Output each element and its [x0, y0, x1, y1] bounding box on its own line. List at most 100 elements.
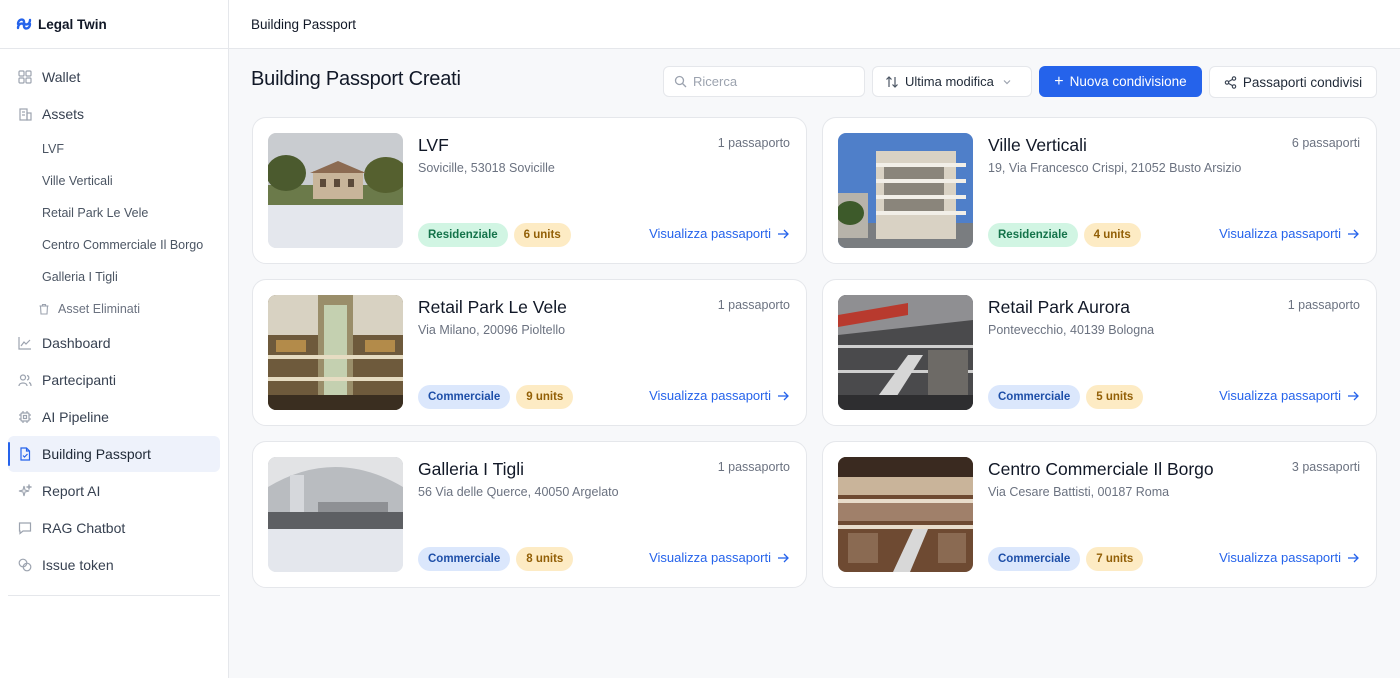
- page-title: Building Passport Creati: [251, 68, 461, 90]
- sidebar-item-building-passport[interactable]: Building Passport: [8, 436, 220, 472]
- sidebar-nav: Wallet Assets LVF Ville Verticali Retail…: [0, 49, 228, 596]
- asset-tags: Residenziale 4 units: [988, 223, 1141, 247]
- asset-card[interactable]: LVF 1 passaporto Sovicille, 53018 Sovici…: [252, 117, 807, 264]
- brand[interactable]: Legal Twin: [0, 0, 228, 49]
- passport-count: 3 passaporti: [1291, 460, 1360, 474]
- asset-address: Via Cesare Battisti, 00187 Roma: [988, 485, 1170, 499]
- search-box[interactable]: [663, 66, 865, 97]
- sidebar-asset-ville-verticali[interactable]: Ville Verticali: [8, 165, 220, 197]
- asset-title: Retail Park Aurora: [988, 297, 1131, 317]
- view-passports-label: Visualizza passaporti: [1219, 226, 1341, 241]
- sidebar-item-wallet[interactable]: Wallet: [8, 59, 220, 95]
- asset-title: LVF: [418, 135, 449, 155]
- sort-dropdown[interactable]: Ultima modifica: [872, 66, 1032, 97]
- users-icon: [18, 373, 32, 387]
- share-icon: [1224, 75, 1237, 89]
- arrow-right-icon: [1348, 391, 1359, 400]
- asset-address: Via Milano, 20096 Pioltello: [418, 323, 566, 337]
- asset-address: 19, Via Francesco Crispi, 21052 Busto Ar…: [988, 161, 1242, 175]
- sidebar-asset-centro-commerciale-il-borgo[interactable]: Centro Commerciale Il Borgo: [8, 229, 220, 261]
- asset-tags: Commerciale 9 units: [418, 385, 574, 409]
- view-passports-label: Visualizza passaporti: [1219, 550, 1341, 565]
- asset-tags: Commerciale 7 units: [988, 547, 1144, 571]
- arrow-right-icon: [1348, 553, 1359, 562]
- sidebar-asset-galleria-i-tigli[interactable]: Galleria I Tigli: [8, 261, 220, 293]
- sidebar-item-issue-token[interactable]: Issue token: [8, 547, 220, 583]
- sidebar-asset-deleted[interactable]: Asset Eliminati: [8, 293, 220, 325]
- coins-icon: [18, 558, 32, 572]
- view-passports-link[interactable]: Visualizza passaporti: [649, 550, 789, 565]
- topbar: Building Passport: [229, 0, 1400, 49]
- asset-card[interactable]: Galleria I Tigli 1 passaporto 56 Via del…: [252, 441, 807, 588]
- asset-card[interactable]: Centro Commerciale Il Borgo 3 passaporti…: [822, 441, 1377, 588]
- sidebar-item-partecipanti[interactable]: Partecipanti: [8, 362, 220, 398]
- asset-thumbnail: [838, 295, 973, 410]
- type-badge: Commerciale: [988, 385, 1081, 409]
- arrow-right-icon: [1348, 229, 1359, 238]
- sidebar-asset-retail-park-le-vele[interactable]: Retail Park Le Vele: [8, 197, 220, 229]
- arrow-right-icon: [778, 229, 789, 238]
- sidebar-item-assets[interactable]: Assets: [8, 96, 220, 132]
- view-passports-label: Visualizza passaporti: [649, 388, 771, 403]
- sidebar-item-report-ai[interactable]: Report AI: [8, 473, 220, 509]
- asset-thumbnail: [838, 133, 973, 248]
- asset-tags: Commerciale 8 units: [418, 547, 574, 571]
- sidebar-divider: [8, 595, 220, 596]
- units-badge: 7 units: [1086, 547, 1144, 571]
- sidebar-item-label: Issue token: [42, 557, 114, 573]
- asset-card[interactable]: Retail Park Le Vele 1 passaporto Via Mil…: [252, 279, 807, 426]
- sidebar-item-label: Partecipanti: [42, 372, 116, 388]
- asset-thumbnail: [838, 457, 973, 572]
- sparkles-icon: [18, 484, 32, 498]
- chart-line-icon: [18, 336, 32, 350]
- asset-tags: Commerciale 5 units: [988, 385, 1144, 409]
- sort-arrows-icon: [886, 75, 898, 88]
- passport-count: 1 passaporto: [717, 298, 790, 312]
- topbar-title: Building Passport: [251, 16, 357, 32]
- type-badge: Residenziale: [988, 223, 1078, 247]
- asset-address: Sovicille, 53018 Sovicille: [418, 161, 555, 175]
- asset-card[interactable]: Ville Verticali 6 passaporti 19, Via Fra…: [822, 117, 1377, 264]
- sidebar-item-rag-chatbot[interactable]: RAG Chatbot: [8, 510, 220, 546]
- view-passports-link[interactable]: Visualizza passaporti: [1219, 388, 1359, 403]
- units-badge: 6 units: [513, 223, 571, 247]
- sort-label: Ultima modifica: [905, 74, 994, 89]
- view-passports-link[interactable]: Visualizza passaporti: [1219, 226, 1359, 241]
- asset-thumbnail: [268, 295, 403, 410]
- search-icon: [674, 75, 687, 88]
- shared-passports-label: Passaporti condivisi: [1242, 74, 1363, 90]
- shared-passports-button[interactable]: Passaporti condivisi: [1209, 66, 1377, 98]
- sidebar-item-ai-pipeline[interactable]: AI Pipeline: [8, 399, 220, 435]
- logo-icon: [16, 18, 32, 30]
- cpu-icon: [18, 410, 32, 424]
- building-icon: [18, 107, 32, 121]
- wallet-grid-icon: [18, 70, 32, 84]
- asset-thumbnail: [268, 133, 403, 248]
- units-badge: 8 units: [516, 547, 574, 571]
- search-input[interactable]: [693, 74, 853, 89]
- passport-count: 1 passaporto: [717, 136, 790, 150]
- sidebar-item-dashboard[interactable]: Dashboard: [8, 325, 220, 361]
- passport-count: 6 passaporti: [1291, 136, 1360, 150]
- trash-icon: [38, 303, 50, 315]
- view-passports-link[interactable]: Visualizza passaporti: [1219, 550, 1359, 565]
- type-badge: Commerciale: [988, 547, 1081, 571]
- view-passports-link[interactable]: Visualizza passaporti: [649, 388, 789, 403]
- type-badge: Commerciale: [418, 385, 511, 409]
- sidebar-item-label: AI Pipeline: [42, 409, 109, 425]
- sidebar-item-label: Dashboard: [42, 335, 111, 351]
- type-badge: Commerciale: [418, 547, 511, 571]
- sidebar-asset-lvf[interactable]: LVF: [8, 133, 220, 165]
- brand-name: Legal Twin: [38, 16, 107, 32]
- sidebar-item-label: Wallet: [42, 69, 81, 85]
- asset-card[interactable]: Retail Park Aurora 1 passaporto Pontevec…: [822, 279, 1377, 426]
- sidebar-item-label: Report AI: [42, 483, 101, 499]
- chat-icon: [18, 521, 32, 535]
- view-passports-link[interactable]: Visualizza passaporti: [649, 226, 789, 241]
- sidebar-deleted-label: Asset Eliminati: [58, 302, 140, 316]
- new-share-label: Nuova condivisione: [1069, 74, 1187, 89]
- sidebar-item-label: Assets: [42, 106, 85, 122]
- view-passports-label: Visualizza passaporti: [1219, 388, 1341, 403]
- new-share-button[interactable]: + Nuova condivisione: [1039, 66, 1202, 97]
- plus-icon: +: [1054, 72, 1064, 90]
